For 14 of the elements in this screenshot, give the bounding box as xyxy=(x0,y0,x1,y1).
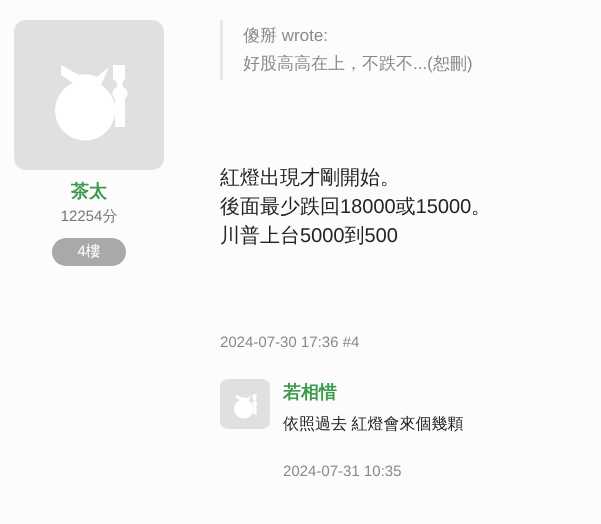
username[interactable]: 茶太 xyxy=(71,180,107,202)
reply-timestamp: 2024-07-31 10:35 xyxy=(283,462,402,482)
post-timestamp: 2024-07-30 17:36 #4 xyxy=(220,333,360,353)
quote-text: 好股高高在上，不跌不...(恕刪) xyxy=(243,53,474,75)
user-score: 12254分 xyxy=(60,208,118,226)
reply-avatar[interactable] xyxy=(220,379,270,429)
reply-text: 依照過去 紅燈會來個幾顆 xyxy=(283,414,464,435)
post-text-line: 後面最少跌回18000或15000。 xyxy=(220,195,492,220)
post-text-line: 川普上台5000到500 xyxy=(220,224,399,249)
avatar[interactable] xyxy=(14,20,164,170)
quote-header: 傻掰 wrote: xyxy=(243,25,330,47)
post-text-line: 紅燈出現才剛開始。 xyxy=(220,166,401,191)
floor-badge: 4樓 xyxy=(52,238,126,266)
reply-username[interactable]: 若相惜 xyxy=(283,380,464,404)
